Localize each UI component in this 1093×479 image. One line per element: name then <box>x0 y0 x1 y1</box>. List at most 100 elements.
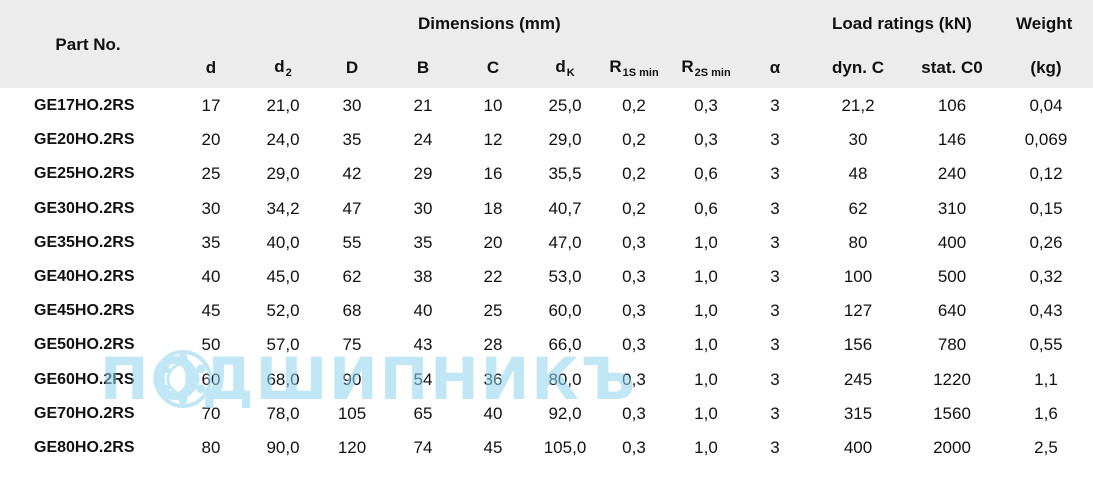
column-header: D <box>346 58 358 78</box>
table-cell: 25 <box>483 301 503 321</box>
column-header: R2S min <box>681 57 730 79</box>
table-cell: 34,2 <box>266 198 300 218</box>
table-cell: 0,12 <box>1029 164 1063 184</box>
table-cell: 10 <box>483 96 503 115</box>
table-cell: 40,7 <box>548 198 582 218</box>
table-cell: 2000 <box>933 438 971 457</box>
table-cell: 0,2 <box>622 96 646 115</box>
table-cell: 22 <box>483 267 503 286</box>
column-header: C <box>487 58 499 78</box>
table-cell: 310 <box>937 198 967 218</box>
column-header-subscript: K <box>566 67 575 79</box>
table-cell: 1,0 <box>694 301 718 321</box>
table-cell: 21,2 <box>841 96 875 115</box>
table-cell: 45,0 <box>266 267 300 286</box>
header-load-ratings: Load ratings (kN) <box>832 14 972 33</box>
table-cell: 0,6 <box>694 198 718 218</box>
table-cell: 18 <box>483 198 503 218</box>
table-cell: 3 <box>770 438 780 457</box>
table-cell: 1220 <box>933 369 971 389</box>
table-cell: 80 <box>848 232 868 252</box>
column-header-label: R <box>609 57 622 76</box>
table-cell: 20 <box>483 232 503 252</box>
table-cell: 21 <box>413 96 433 115</box>
table-cell: 52,0 <box>266 301 300 321</box>
column-header: d2 <box>274 57 292 79</box>
column-header-label: d <box>555 57 566 76</box>
table-cell: 3 <box>770 335 780 355</box>
table-cell: 35 <box>201 232 221 252</box>
table-cell: 100 <box>843 267 873 286</box>
column-header-label: C <box>486 58 500 77</box>
column-header-subscript: 2 <box>285 67 292 79</box>
table-cell: 0,32 <box>1029 267 1063 286</box>
table-cell: 40 <box>413 301 433 321</box>
table-cell: 1,0 <box>694 438 718 457</box>
part-number-cell: GE45HO.2RS <box>34 302 135 320</box>
table-cell: 70 <box>201 403 221 423</box>
part-number-cell: GE20HO.2RS <box>34 131 135 149</box>
table-cell: 0,3 <box>622 267 646 286</box>
table-cell: 21,0 <box>266 96 300 115</box>
table-cell: 42 <box>342 164 362 184</box>
table-cell: 47,0 <box>548 232 582 252</box>
table-cell: 28 <box>483 335 503 355</box>
table-cell: 1560 <box>933 403 971 423</box>
column-header: dK <box>555 57 574 79</box>
table-cell: 45 <box>483 438 503 457</box>
table-cell: 17 <box>201 96 221 115</box>
table-cell: 38 <box>413 267 433 286</box>
table-cell: 80 <box>201 438 221 457</box>
table-cell: 20 <box>201 130 221 150</box>
table-cell: 25 <box>201 164 221 184</box>
table-cell: 53,0 <box>548 267 582 286</box>
table-cell: 315 <box>843 403 873 423</box>
table-cell: 3 <box>770 130 780 150</box>
part-number-cell: GE40HO.2RS <box>34 268 135 285</box>
table-cell: 62 <box>342 267 362 286</box>
table-cell: 240 <box>937 164 967 184</box>
column-header: α <box>770 58 780 78</box>
table-cell: 0,3 <box>694 130 718 150</box>
part-number-cell: GE50HO.2RS <box>34 336 135 354</box>
table-cell: 40,0 <box>266 232 300 252</box>
table-cell: 640 <box>937 301 967 321</box>
table-cell: 54 <box>413 369 433 389</box>
table-cell: 0,2 <box>622 198 646 218</box>
table-cell: 66,0 <box>548 335 582 355</box>
column-header-label: d <box>205 58 217 77</box>
table-cell: 80,0 <box>548 369 582 389</box>
table-cell: 29 <box>413 164 433 184</box>
table-cell: 0,3 <box>622 301 646 321</box>
table-cell: 90,0 <box>266 438 300 457</box>
table-cell: 45 <box>201 301 221 321</box>
table-cell: 0,43 <box>1029 301 1063 321</box>
table-cell: 60,0 <box>548 301 582 321</box>
table-cell: 400 <box>937 232 967 252</box>
table-cell: 25,0 <box>548 96 582 115</box>
table-cell: 57,0 <box>266 335 300 355</box>
table-cell: 105 <box>337 403 367 423</box>
table-cell: 0,26 <box>1029 232 1063 252</box>
table-cell: 500 <box>937 267 967 286</box>
table-cell: 0,3 <box>622 403 646 423</box>
table-cell: 146 <box>937 130 967 150</box>
table-cell: 30 <box>413 198 433 218</box>
table-cell: 50 <box>201 335 221 355</box>
table-cell: 30 <box>848 130 868 150</box>
table-cell: 0,2 <box>622 164 646 184</box>
table-cell: 3 <box>770 164 780 184</box>
table-cell: 3 <box>770 403 780 423</box>
table-cell: 106 <box>937 96 967 115</box>
table-cell: 3 <box>770 369 780 389</box>
table-cell: 68 <box>342 301 362 321</box>
table-cell: 29,0 <box>266 164 300 184</box>
table-cell: 16 <box>483 164 503 184</box>
part-number-cell: GE30HO.2RS <box>34 199 135 217</box>
table-cell: 36 <box>483 369 503 389</box>
table-cell: 3 <box>770 301 780 321</box>
table-cell: 1,0 <box>694 232 718 252</box>
column-header-label: d <box>274 57 285 76</box>
table-cell: 105,0 <box>543 438 587 457</box>
column-header-label: α <box>769 58 781 77</box>
